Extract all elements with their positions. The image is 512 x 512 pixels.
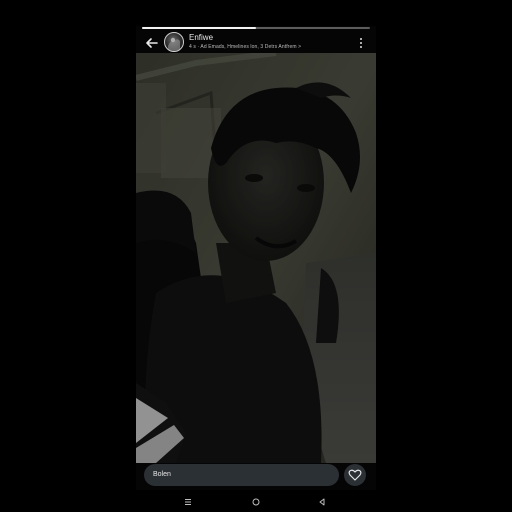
- story-image: [136, 53, 376, 463]
- heart-icon: [348, 469, 362, 481]
- story-progress-bar: [142, 27, 370, 29]
- home-button[interactable]: [250, 495, 262, 507]
- system-nav-bar: [136, 490, 376, 512]
- more-vertical-icon: [360, 38, 362, 48]
- story-viewer: Enfiwe 4 s · Ad Emads, Hmelines lon, 3 D…: [136, 26, 376, 512]
- recents-icon: [185, 499, 191, 505]
- recents-button[interactable]: [182, 495, 194, 507]
- story-header: Enfiwe 4 s · Ad Emads, Hmelines lon, 3 D…: [136, 31, 376, 55]
- avatar[interactable]: [164, 32, 184, 52]
- more-options-button[interactable]: [358, 36, 364, 50]
- story-username[interactable]: Enfiwe: [189, 33, 213, 42]
- back-arrow-icon: [146, 38, 158, 48]
- avatar-image: [168, 37, 180, 51]
- story-subtitle[interactable]: 4 s · Ad Emads, Hmelines lon, 3 Detrs An…: [189, 44, 301, 50]
- like-button[interactable]: [344, 464, 366, 486]
- reply-input[interactable]: Bolen: [144, 464, 339, 486]
- nav-back-button[interactable]: [316, 495, 328, 507]
- home-icon: [252, 498, 260, 506]
- back-button[interactable]: [143, 36, 161, 50]
- back-triangle-icon: [319, 498, 325, 506]
- story-progress-fill: [142, 27, 256, 29]
- story-photo[interactable]: [136, 53, 376, 463]
